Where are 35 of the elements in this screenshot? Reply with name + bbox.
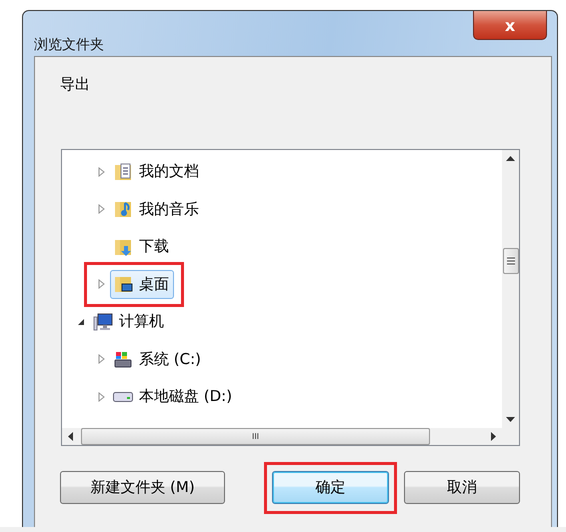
collapsed-arrow-icon[interactable] xyxy=(98,166,104,177)
window-title: 浏览文件夹 xyxy=(34,36,104,54)
desktop-folder-icon xyxy=(113,274,133,294)
dialog-button[interactable]: 确定 xyxy=(272,471,389,504)
computer-icon xyxy=(93,312,113,332)
music-folder-icon xyxy=(113,199,133,220)
scroll-down-icon[interactable] xyxy=(506,417,515,422)
scroll-left-icon[interactable] xyxy=(68,432,73,441)
drive-icon xyxy=(113,392,133,402)
collapsed-arrow-icon[interactable] xyxy=(98,204,104,214)
collapsed-arrow-icon[interactable] xyxy=(98,392,104,402)
windows-drive-icon xyxy=(113,349,133,370)
tree-item[interactable]: 系统 (C:) xyxy=(110,344,206,374)
close-button[interactable]: x xyxy=(473,11,547,40)
document-folder-icon xyxy=(113,162,133,182)
collapsed-arrow-icon[interactable] xyxy=(98,279,104,290)
collapsed-arrow-icon[interactable] xyxy=(98,354,104,364)
dialog-button[interactable]: 取消 xyxy=(404,471,520,504)
description-text: 导出 xyxy=(60,75,91,95)
tree-item[interactable]: 本地磁盘 (D:) xyxy=(110,382,238,412)
scroll-right-icon[interactable] xyxy=(491,432,496,441)
scrollbar-thumb[interactable]: III xyxy=(81,428,430,445)
tree-item[interactable]: 下载 xyxy=(110,232,174,262)
horizontal-scrollbar[interactable]: III xyxy=(62,428,502,445)
dialog-button[interactable]: 新建文件夹 (M) xyxy=(60,471,225,504)
tree-item[interactable]: 我的音乐 xyxy=(110,194,204,224)
scrollbar-thumb[interactable] xyxy=(503,248,519,274)
scroll-up-icon[interactable] xyxy=(506,156,515,161)
vertical-scrollbar[interactable] xyxy=(502,150,519,428)
grip-icon xyxy=(507,256,515,266)
expanded-arrow-icon[interactable] xyxy=(77,318,85,326)
selected-tree-item[interactable]: 桌面 xyxy=(110,270,174,299)
tree-item[interactable]: 计算机 xyxy=(90,307,169,336)
tree-item[interactable]: 我的文档 xyxy=(110,157,204,186)
grip-text: III xyxy=(252,432,260,441)
